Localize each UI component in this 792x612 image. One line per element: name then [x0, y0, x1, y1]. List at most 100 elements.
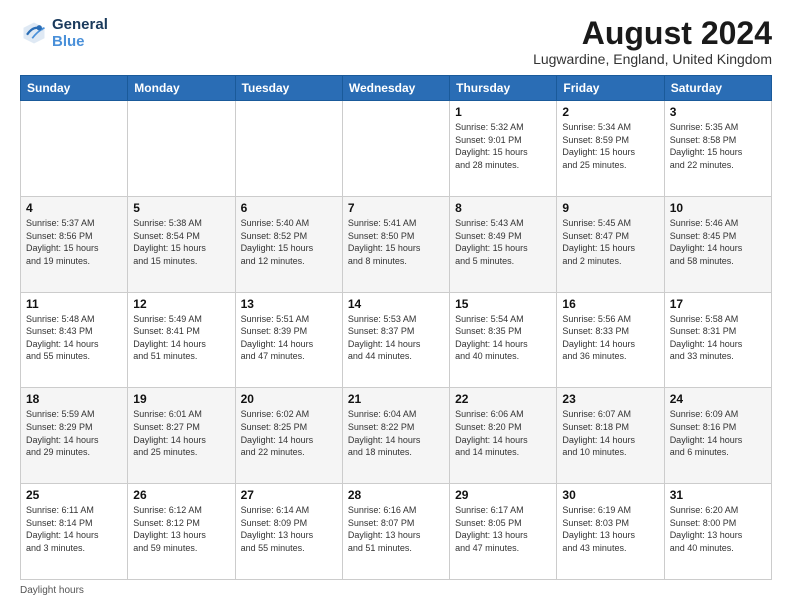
- day-cell: 28 Sunrise: 6:16 AM Sunset: 8:07 PM Dayli…: [342, 484, 449, 580]
- day-number: 10: [670, 201, 766, 215]
- day-number: 20: [241, 392, 337, 406]
- day-info: Sunrise: 5:53 AM Sunset: 8:37 PM Dayligh…: [348, 313, 444, 363]
- day-number: 27: [241, 488, 337, 502]
- day-number: 29: [455, 488, 551, 502]
- day-header: Friday: [557, 76, 664, 101]
- day-info: Sunrise: 5:54 AM Sunset: 8:35 PM Dayligh…: [455, 313, 551, 363]
- day-number: 4: [26, 201, 122, 215]
- day-info: Sunrise: 5:41 AM Sunset: 8:50 PM Dayligh…: [348, 217, 444, 267]
- day-number: 7: [348, 201, 444, 215]
- day-info: Sunrise: 5:56 AM Sunset: 8:33 PM Dayligh…: [562, 313, 658, 363]
- day-cell: 7 Sunrise: 5:41 AM Sunset: 8:50 PM Daylig…: [342, 196, 449, 292]
- day-number: 16: [562, 297, 658, 311]
- day-header: Thursday: [450, 76, 557, 101]
- day-info: Sunrise: 6:12 AM Sunset: 8:12 PM Dayligh…: [133, 504, 229, 554]
- day-cell: 26 Sunrise: 6:12 AM Sunset: 8:12 PM Dayli…: [128, 484, 235, 580]
- day-cell: 9 Sunrise: 5:45 AM Sunset: 8:47 PM Daylig…: [557, 196, 664, 292]
- day-cell: 4Sunrise: 5:37 AM Sunset: 8:56 PM Daylig…: [21, 196, 128, 292]
- month-title: August 2024: [533, 16, 772, 51]
- day-info: Sunrise: 6:11 AM Sunset: 8:14 PM Dayligh…: [26, 504, 122, 554]
- day-cell: 25Sunrise: 6:11 AM Sunset: 8:14 PM Dayli…: [21, 484, 128, 580]
- day-cell: 6Sunrise: 5:40 AM Sunset: 8:52 PM Daylig…: [235, 196, 342, 292]
- day-info: Sunrise: 5:48 AM Sunset: 8:43 PM Dayligh…: [26, 313, 122, 363]
- day-info: Sunrise: 5:45 AM Sunset: 8:47 PM Dayligh…: [562, 217, 658, 267]
- day-info: Sunrise: 5:38 AM Sunset: 8:54 PM Dayligh…: [133, 217, 229, 267]
- day-info: Sunrise: 5:51 AM Sunset: 8:39 PM Dayligh…: [241, 313, 337, 363]
- week-row: 4Sunrise: 5:37 AM Sunset: 8:56 PM Daylig…: [21, 196, 772, 292]
- day-header: Wednesday: [342, 76, 449, 101]
- day-info: Sunrise: 5:58 AM Sunset: 8:31 PM Dayligh…: [670, 313, 766, 363]
- day-number: 13: [241, 297, 337, 311]
- day-cell: 3 Sunrise: 5:35 AM Sunset: 8:58 PM Daylig…: [664, 101, 771, 197]
- day-cell: 23 Sunrise: 6:07 AM Sunset: 8:18 PM Dayli…: [557, 388, 664, 484]
- day-number: 14: [348, 297, 444, 311]
- day-number: 3: [670, 105, 766, 119]
- day-header: Monday: [128, 76, 235, 101]
- day-cell: [128, 101, 235, 197]
- day-number: 19: [133, 392, 229, 406]
- day-number: 5: [133, 201, 229, 215]
- day-cell: 15Sunrise: 5:54 AM Sunset: 8:35 PM Dayli…: [450, 292, 557, 388]
- day-info: Sunrise: 5:40 AM Sunset: 8:52 PM Dayligh…: [241, 217, 337, 267]
- week-row: 18Sunrise: 5:59 AM Sunset: 8:29 PM Dayli…: [21, 388, 772, 484]
- day-cell: 29 Sunrise: 6:17 AM Sunset: 8:05 PM Dayli…: [450, 484, 557, 580]
- day-number: 28: [348, 488, 444, 502]
- day-number: 31: [670, 488, 766, 502]
- day-info: Sunrise: 6:17 AM Sunset: 8:05 PM Dayligh…: [455, 504, 551, 554]
- day-number: 30: [562, 488, 658, 502]
- day-cell: 1 Sunrise: 5:32 AM Sunset: 9:01 PM Daylig…: [450, 101, 557, 197]
- logo: General Blue: [20, 16, 108, 51]
- day-cell: 11 Sunrise: 5:48 AM Sunset: 8:43 PM Dayli…: [21, 292, 128, 388]
- day-info: Sunrise: 5:32 AM Sunset: 9:01 PM Dayligh…: [455, 121, 551, 171]
- day-cell: [21, 101, 128, 197]
- day-number: 21: [348, 392, 444, 406]
- day-info: Sunrise: 6:14 AM Sunset: 8:09 PM Dayligh…: [241, 504, 337, 554]
- page: General Blue August 2024 Lugwardine, Eng…: [0, 0, 792, 612]
- day-cell: 14 Sunrise: 5:53 AM Sunset: 8:37 PM Dayli…: [342, 292, 449, 388]
- day-number: 22: [455, 392, 551, 406]
- day-info: Sunrise: 6:06 AM Sunset: 8:20 PM Dayligh…: [455, 408, 551, 458]
- week-row: 11 Sunrise: 5:48 AM Sunset: 8:43 PM Dayli…: [21, 292, 772, 388]
- day-info: Sunrise: 6:09 AM Sunset: 8:16 PM Dayligh…: [670, 408, 766, 458]
- day-info: Sunrise: 6:01 AM Sunset: 8:27 PM Dayligh…: [133, 408, 229, 458]
- title-block: August 2024 Lugwardine, England, United …: [533, 16, 772, 67]
- day-info: Sunrise: 5:35 AM Sunset: 8:58 PM Dayligh…: [670, 121, 766, 171]
- day-info: Sunrise: 6:07 AM Sunset: 8:18 PM Dayligh…: [562, 408, 658, 458]
- day-number: 1: [455, 105, 551, 119]
- header: General Blue August 2024 Lugwardine, Eng…: [20, 16, 772, 67]
- day-cell: 30 Sunrise: 6:19 AM Sunset: 8:03 PM Dayli…: [557, 484, 664, 580]
- day-cell: 2 Sunrise: 5:34 AM Sunset: 8:59 PM Daylig…: [557, 101, 664, 197]
- day-cell: 8Sunrise: 5:43 AM Sunset: 8:49 PM Daylig…: [450, 196, 557, 292]
- day-cell: [342, 101, 449, 197]
- day-info: Sunrise: 5:34 AM Sunset: 8:59 PM Dayligh…: [562, 121, 658, 171]
- day-cell: 12 Sunrise: 5:49 AM Sunset: 8:41 PM Dayli…: [128, 292, 235, 388]
- day-number: 9: [562, 201, 658, 215]
- day-number: 26: [133, 488, 229, 502]
- day-number: 23: [562, 392, 658, 406]
- day-cell: 5 Sunrise: 5:38 AM Sunset: 8:54 PM Daylig…: [128, 196, 235, 292]
- day-info: Sunrise: 5:46 AM Sunset: 8:45 PM Dayligh…: [670, 217, 766, 267]
- day-cell: 19 Sunrise: 6:01 AM Sunset: 8:27 PM Dayli…: [128, 388, 235, 484]
- day-info: Sunrise: 6:02 AM Sunset: 8:25 PM Dayligh…: [241, 408, 337, 458]
- day-info: Sunrise: 6:19 AM Sunset: 8:03 PM Dayligh…: [562, 504, 658, 554]
- day-number: 11: [26, 297, 122, 311]
- day-cell: 17Sunrise: 5:58 AM Sunset: 8:31 PM Dayli…: [664, 292, 771, 388]
- day-cell: 13 Sunrise: 5:51 AM Sunset: 8:39 PM Dayli…: [235, 292, 342, 388]
- day-cell: 24 Sunrise: 6:09 AM Sunset: 8:16 PM Dayli…: [664, 388, 771, 484]
- day-info: Sunrise: 5:49 AM Sunset: 8:41 PM Dayligh…: [133, 313, 229, 363]
- calendar: SundayMondayTuesdayWednesdayThursdayFrid…: [20, 75, 772, 580]
- day-cell: 22 Sunrise: 6:06 AM Sunset: 8:20 PM Dayli…: [450, 388, 557, 484]
- day-header: Saturday: [664, 76, 771, 101]
- day-number: 12: [133, 297, 229, 311]
- day-cell: [235, 101, 342, 197]
- logo-text: General Blue: [52, 16, 108, 51]
- day-number: 24: [670, 392, 766, 406]
- day-cell: 10 Sunrise: 5:46 AM Sunset: 8:45 PM Dayli…: [664, 196, 771, 292]
- day-number: 2: [562, 105, 658, 119]
- day-number: 8: [455, 201, 551, 215]
- day-info: Sunrise: 6:04 AM Sunset: 8:22 PM Dayligh…: [348, 408, 444, 458]
- day-cell: 21 Sunrise: 6:04 AM Sunset: 8:22 PM Dayli…: [342, 388, 449, 484]
- day-cell: 27 Sunrise: 6:14 AM Sunset: 8:09 PM Dayli…: [235, 484, 342, 580]
- day-info: Sunrise: 6:16 AM Sunset: 8:07 PM Dayligh…: [348, 504, 444, 554]
- location-title: Lugwardine, England, United Kingdom: [533, 51, 772, 67]
